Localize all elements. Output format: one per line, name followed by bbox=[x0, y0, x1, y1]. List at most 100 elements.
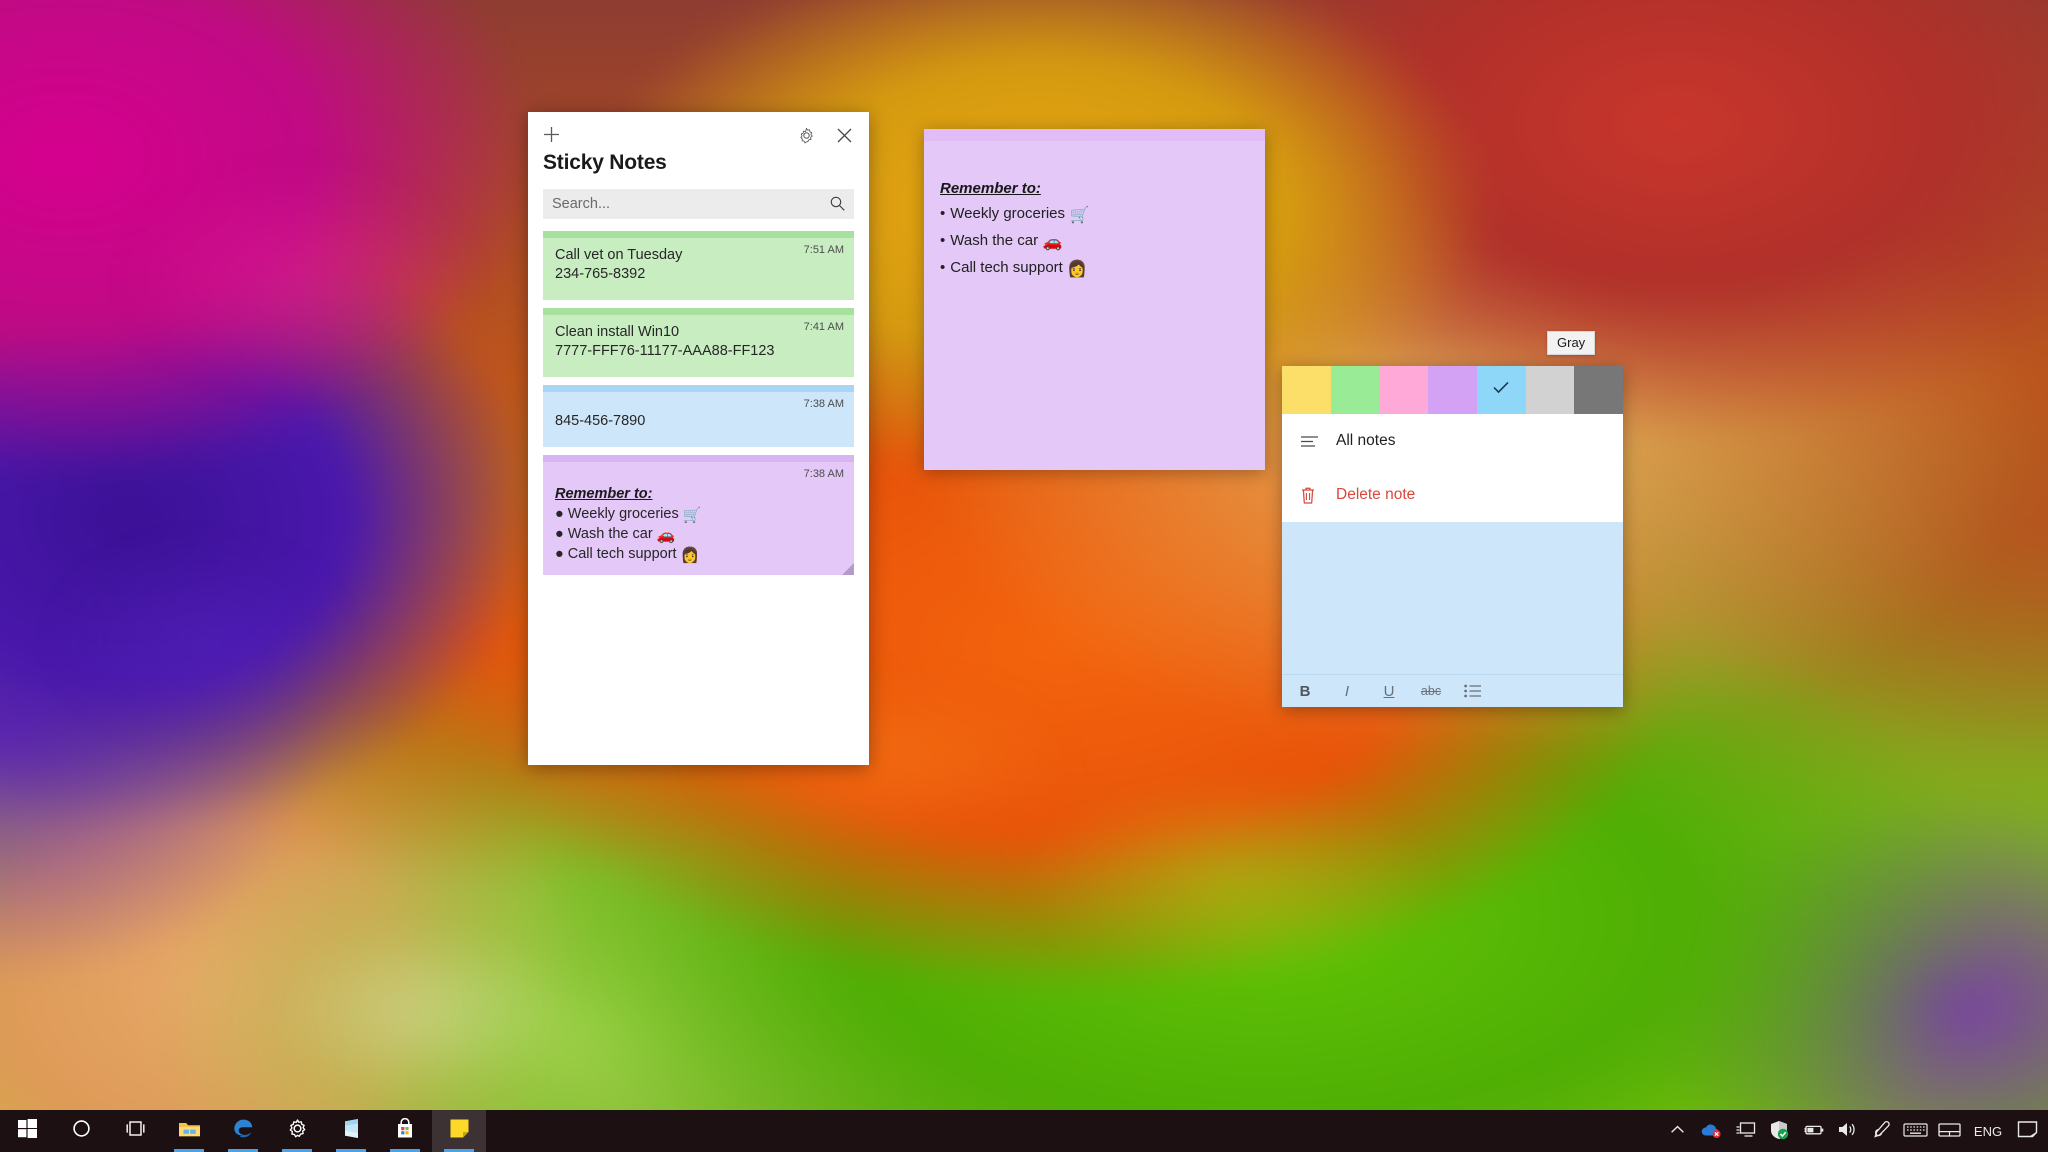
note-list-item[interactable]: 7:38 AM 845-456-7890 bbox=[543, 385, 854, 447]
color-swatch-gray[interactable] bbox=[1525, 366, 1575, 414]
tray-item-pen-menu[interactable] bbox=[1864, 1110, 1898, 1152]
strikethrough-icon[interactable]: abc bbox=[1420, 680, 1442, 702]
taskbar-app-icons bbox=[0, 1110, 486, 1152]
taskbar-item-store[interactable] bbox=[378, 1110, 432, 1152]
note-timestamp: 7:38 AM bbox=[803, 468, 844, 480]
note-bullet-emoji: 👩 bbox=[1062, 261, 1088, 278]
cortana-circle-icon bbox=[72, 1119, 91, 1143]
note-heading: Remember to: bbox=[940, 180, 1041, 197]
task-view-icon bbox=[125, 1120, 146, 1142]
floating-sticky-note-purple[interactable]: Remember to: • Weekly groceries 🛒 • Wash th… bbox=[924, 129, 1265, 470]
settings-button[interactable] bbox=[789, 118, 823, 152]
bulleted-list-icon[interactable] bbox=[1462, 680, 1484, 702]
menu-item-delete-note[interactable]: Delete note bbox=[1282, 468, 1623, 522]
network-monitor-icon bbox=[1735, 1121, 1756, 1142]
note-timestamp: 7:41 AM bbox=[803, 321, 844, 333]
note-text-area[interactable] bbox=[1282, 522, 1623, 674]
tray-item-volume[interactable] bbox=[1830, 1110, 1864, 1152]
note-bullet-text: Wash the car bbox=[567, 526, 653, 542]
close-icon bbox=[837, 128, 851, 142]
trash-icon bbox=[1300, 486, 1330, 505]
tray-item-defender[interactable] bbox=[1762, 1110, 1796, 1152]
underline-icon[interactable]: U bbox=[1378, 680, 1400, 702]
new-note-button[interactable] bbox=[534, 117, 568, 151]
plus-icon bbox=[543, 126, 559, 142]
note-text-line: 234-765-8392 bbox=[555, 266, 646, 282]
color-swatch-yellow[interactable] bbox=[1282, 366, 1331, 414]
pen-icon bbox=[1872, 1120, 1891, 1142]
search-input[interactable] bbox=[543, 189, 854, 219]
color-swatch-blue[interactable] bbox=[1476, 366, 1526, 414]
italic-icon[interactable]: I bbox=[1336, 680, 1358, 702]
note-bullet-emoji: 🛒 bbox=[678, 507, 702, 524]
tray-item-show-hidden[interactable] bbox=[1660, 1110, 1694, 1152]
note-bullet: • Wash the car 🚗 bbox=[940, 232, 1063, 251]
note-text-line: 7777-FFF76-11177-AAA88-FF123 bbox=[555, 343, 775, 359]
note-list-item[interactable]: 7:51 AM Call vet on Tuesday 234-765-8392 bbox=[543, 231, 854, 300]
note-bullet: • Weekly groceries 🛒 bbox=[940, 205, 1090, 224]
floating-note-body[interactable]: Remember to: • Weekly groceries 🛒 • Wash th… bbox=[924, 141, 1265, 282]
taskbar-item-sticky-notes[interactable] bbox=[432, 1110, 486, 1152]
note-list-item[interactable]: 7:38 AM Remember to: ● Weekly groceries 🛒 ● W… bbox=[543, 455, 854, 575]
window-titlebar[interactable] bbox=[528, 112, 869, 156]
menu-item-all-notes[interactable]: All notes bbox=[1282, 414, 1623, 468]
taskbar-item-onenote[interactable] bbox=[324, 1110, 378, 1152]
tray-item-touchpad[interactable] bbox=[1932, 1110, 1966, 1152]
tray-item-touch-keyboard[interactable] bbox=[1898, 1110, 1932, 1152]
sticky-note-icon bbox=[449, 1118, 470, 1144]
note-text-line: Clean install Win10 bbox=[555, 324, 680, 340]
color-picker[interactable] bbox=[1282, 366, 1624, 414]
floating-note-header[interactable] bbox=[924, 129, 1265, 141]
color-swatch-charcoal[interactable] bbox=[1574, 366, 1624, 414]
color-swatch-purple[interactable] bbox=[1428, 366, 1477, 414]
notification-icon bbox=[2017, 1120, 2038, 1142]
tray-item-onedrive[interactable] bbox=[1694, 1110, 1728, 1152]
speaker-icon bbox=[1837, 1121, 1858, 1141]
menu-item-label: Delete note bbox=[1336, 486, 1416, 503]
search-icon[interactable] bbox=[829, 195, 846, 217]
tray-item-battery[interactable] bbox=[1796, 1110, 1830, 1152]
taskbar-item-edge[interactable] bbox=[216, 1110, 270, 1152]
touchpad-icon bbox=[1937, 1122, 1961, 1141]
gear-icon bbox=[288, 1119, 307, 1143]
sticky-notes-window: Sticky Notes 7:51 AMCall vet on Tuesday2… bbox=[528, 112, 869, 765]
search-box[interactable] bbox=[543, 189, 854, 219]
note-bullet: ● Weekly groceries 🛒 bbox=[555, 506, 702, 524]
sticky-note-blue-with-menu[interactable]: All notes Delete note B I U abc bbox=[1282, 366, 1624, 707]
taskbar-item-task-view[interactable] bbox=[108, 1110, 162, 1152]
shield-check-icon bbox=[1769, 1120, 1789, 1143]
gear-icon bbox=[799, 127, 813, 143]
note-bullet-text: Wash the car bbox=[950, 232, 1039, 249]
taskbar-item-cortana[interactable] bbox=[54, 1110, 108, 1152]
note-context-menu: All notes Delete note bbox=[1282, 414, 1623, 522]
color-swatch-pink[interactable] bbox=[1379, 366, 1429, 414]
note-timestamp: 7:38 AM bbox=[803, 398, 844, 410]
bold-icon[interactable]: B bbox=[1294, 680, 1316, 702]
battery-icon bbox=[1802, 1123, 1825, 1140]
taskbar-item-settings[interactable] bbox=[270, 1110, 324, 1152]
close-button[interactable] bbox=[827, 118, 861, 152]
color-swatch-green[interactable] bbox=[1330, 366, 1380, 414]
note-bullet-list: • Weekly groceries 🛒 • Wash the car 🚗 • Call … bbox=[940, 201, 1249, 282]
resize-handle[interactable] bbox=[842, 563, 854, 575]
onedrive-error-icon bbox=[1700, 1121, 1722, 1141]
note-heading: Remember to: bbox=[555, 486, 653, 502]
note-bullet-emoji: 🚗 bbox=[1038, 234, 1063, 251]
tray-item-language[interactable]: ENG bbox=[1966, 1110, 2010, 1152]
tray-item-action-center[interactable] bbox=[2010, 1110, 2044, 1152]
notes-list: 7:51 AM Call vet on Tuesday 234-765-8392 7:… bbox=[528, 231, 869, 575]
note-bullet: • Call tech support 👩 bbox=[940, 259, 1088, 278]
edge-browser-icon bbox=[233, 1118, 254, 1144]
note-bullet: ● Call tech support 👩 bbox=[555, 546, 700, 564]
folder-icon bbox=[178, 1119, 201, 1143]
note-timestamp: 7:51 AM bbox=[803, 244, 844, 256]
system-tray: ENG bbox=[1660, 1110, 2048, 1152]
note-list-item[interactable]: 7:41 AM Clean install Win10 7777-FFF76-111… bbox=[543, 308, 854, 377]
note-bullet-text: Call tech support bbox=[567, 546, 677, 562]
tray-item-network[interactable] bbox=[1728, 1110, 1762, 1152]
onenote-icon bbox=[341, 1118, 362, 1144]
taskbar-item-start[interactable] bbox=[0, 1110, 54, 1152]
taskbar-item-file-explorer[interactable] bbox=[162, 1110, 216, 1152]
color-swatch-tooltip: Gray bbox=[1547, 331, 1596, 355]
note-bullet-emoji: 🚗 bbox=[652, 527, 676, 544]
